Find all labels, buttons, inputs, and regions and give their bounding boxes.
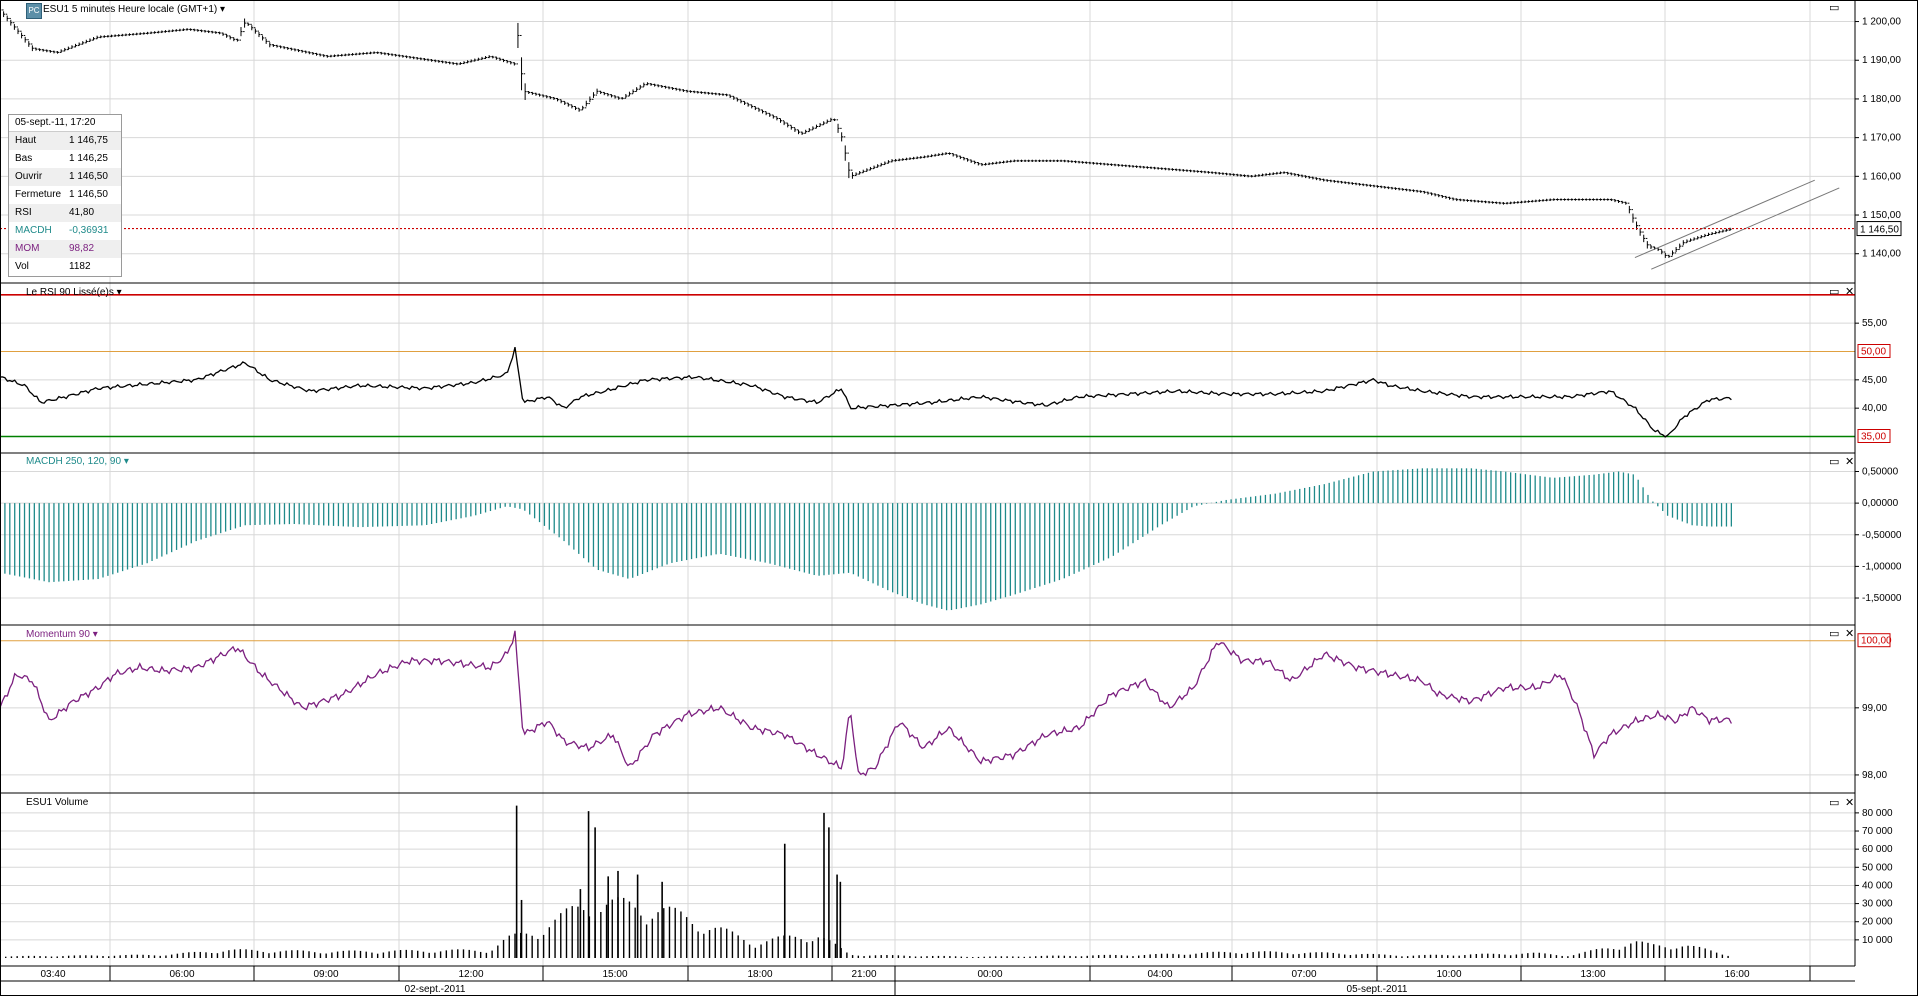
data-window-key: Haut [15, 135, 37, 146]
data-window-key: Vol [15, 261, 29, 272]
time-tick-label: 03:40 [40, 969, 65, 980]
chart-title[interactable]: ESU1 5 minutes Heure locale (GMT+1) ▾ [43, 4, 225, 15]
maximize-price-button[interactable]: ▭ [1829, 2, 1839, 13]
level-label: 100,00 [1861, 636, 1892, 647]
chart-border [0, 0, 1918, 996]
data-window-value: -0,36931 [69, 225, 109, 236]
axes: 03:40 06:00 09:00 12:00 15:00 18:00 21:00 00:00… [0, 0, 1918, 996]
level-label: 35,00 [1861, 432, 1886, 443]
close-macd-button[interactable]: ✕ [1845, 456, 1854, 467]
momentum-panel: 99,00 98,00 100,00 [0, 630, 1892, 794]
time-tick-label: 00:00 [977, 969, 1002, 980]
data-window-key: Fermeture [15, 189, 62, 200]
close-momentum-button[interactable]: ✕ [1845, 628, 1854, 639]
time-tick-label: 18:00 [747, 969, 772, 980]
y-tick-label: 0,50000 [1862, 466, 1899, 477]
data-window: 05-sept.-11, 17:20 Haut 1 146,75 Bas 1 146,… [8, 114, 122, 277]
rsi-panel: 55,00 45,00 40,00 50,00 35,00 [0, 294, 1891, 454]
data-window-value: 41,80 [69, 207, 95, 218]
data-window-date: 05-sept.-11, 17:20 [9, 115, 121, 132]
y-tick-label: 98,00 [1862, 770, 1887, 781]
maximize-macd-button[interactable]: ▭ [1829, 456, 1839, 467]
volume-panel: 80 000 70 000 60 000 50 000 40 000 30 000 20 0… [0, 805, 1893, 967]
data-window-row: Ouvrir 1 146,50 [9, 168, 121, 186]
date-label: 05-sept.-2011 [1347, 984, 1408, 995]
data-window-row: RSI 41,80 [9, 204, 121, 222]
data-window-value: 98,82 [69, 243, 95, 254]
y-tick-label: 1 190,00 [1862, 55, 1901, 66]
y-tick-label: -0,50000 [1862, 530, 1902, 541]
data-window-value: 1182 [69, 261, 91, 272]
y-tick-label: 1 180,00 [1862, 94, 1901, 105]
time-tick-label: 10:00 [1436, 969, 1461, 980]
volume-label: ESU1 Volume [26, 797, 89, 808]
y-tick-label: 1 140,00 [1862, 249, 1901, 260]
time-tick-label: 07:00 [1291, 969, 1316, 980]
y-tick-label: 1 160,00 [1862, 171, 1901, 182]
data-window-value: 1 146,25 [69, 153, 108, 164]
data-window-key: Bas [15, 153, 33, 164]
date-label: 02-sept.-2011 [405, 984, 466, 995]
time-tick-label: 06:00 [169, 969, 194, 980]
rsi-label[interactable]: Le RSI 90 Lissé(e)s ▾ [26, 287, 122, 298]
y-tick-label: 50 000 [1862, 862, 1893, 873]
close-rsi-button[interactable]: ✕ [1845, 286, 1854, 297]
y-tick-label: -1,50000 [1862, 593, 1902, 604]
y-tick-label: 55,00 [1862, 318, 1887, 329]
data-window-row: Vol 1182 [9, 258, 121, 276]
data-window-key: Ouvrir [15, 171, 43, 182]
y-tick-label: -1,00000 [1862, 561, 1902, 572]
y-tick-label: 1 200,00 [1862, 17, 1901, 28]
y-tick-label: 45,00 [1862, 375, 1887, 386]
chart-canvas: 1 200,00 1 190,00 1 180,00 1 170,00 1 160,00… [0, 0, 1918, 996]
trend-channel-line [1634, 179, 1815, 259]
y-tick-label: 1 150,00 [1862, 210, 1901, 221]
y-tick-label: 40 000 [1862, 880, 1893, 891]
data-window-key: MACDH [15, 225, 52, 236]
data-window-row: Bas 1 146,25 [9, 150, 121, 168]
momentum-label[interactable]: Momentum 90 ▾ [26, 629, 98, 640]
price-panel: 1 200,00 1 190,00 1 180,00 1 170,00 1 160,00… [0, 8, 1902, 284]
chart-type-icon[interactable]: PC [26, 3, 42, 19]
time-tick-label: 13:00 [1580, 969, 1605, 980]
data-window-value: 1 146,50 [69, 189, 108, 200]
data-window-row: MOM 98,82 [9, 240, 121, 258]
y-tick-label: 20 000 [1862, 917, 1893, 928]
data-window-value: 1 146,50 [69, 171, 108, 182]
time-tick-label: 04:00 [1147, 969, 1172, 980]
y-tick-label: 0,00000 [1862, 498, 1899, 509]
time-tick-label: 15:00 [602, 969, 627, 980]
maximize-volume-button[interactable]: ▭ [1829, 797, 1839, 808]
y-tick-label: 80 000 [1862, 808, 1893, 819]
y-tick-label: 40,00 [1862, 403, 1887, 414]
data-window-row: Haut 1 146,75 [9, 132, 121, 150]
last-price-label: 1 146,50 [1860, 225, 1899, 236]
indicator-line [0, 630, 1732, 777]
maximize-momentum-button[interactable]: ▭ [1829, 628, 1839, 639]
time-tick-label: 21:00 [851, 969, 876, 980]
data-window-rows: Haut 1 146,75 Bas 1 146,25 Ouvrir 1 146,50 Fer… [9, 132, 121, 276]
y-tick-label: 10 000 [1862, 935, 1893, 946]
macd-label[interactable]: MACDH 250, 120, 90 ▾ [26, 456, 129, 467]
y-tick-label: 30 000 [1862, 899, 1893, 910]
data-window-row: Fermeture 1 146,50 [9, 186, 121, 204]
data-window-row: MACDH -0,36931 [9, 222, 121, 240]
y-tick-label: 1 170,00 [1862, 133, 1901, 144]
data-window-key: MOM [15, 243, 40, 254]
time-tick-label: 09:00 [313, 969, 338, 980]
y-tick-label: 60 000 [1862, 844, 1893, 855]
macd-panel: 0,50000 0,00000 -0,50000 -1,00000 -1,50000 [0, 466, 1902, 626]
time-tick-label: 12:00 [458, 969, 483, 980]
indicator-line [0, 346, 1732, 438]
time-tick-label: 16:00 [1724, 969, 1749, 980]
maximize-rsi-button[interactable]: ▭ [1829, 286, 1839, 297]
y-tick-label: 70 000 [1862, 826, 1893, 837]
data-window-value: 1 146,75 [69, 135, 108, 146]
level-label: 50,00 [1861, 347, 1886, 358]
close-volume-button[interactable]: ✕ [1845, 797, 1854, 808]
data-window-key: RSI [15, 207, 32, 218]
y-tick-label: 99,00 [1862, 703, 1887, 714]
